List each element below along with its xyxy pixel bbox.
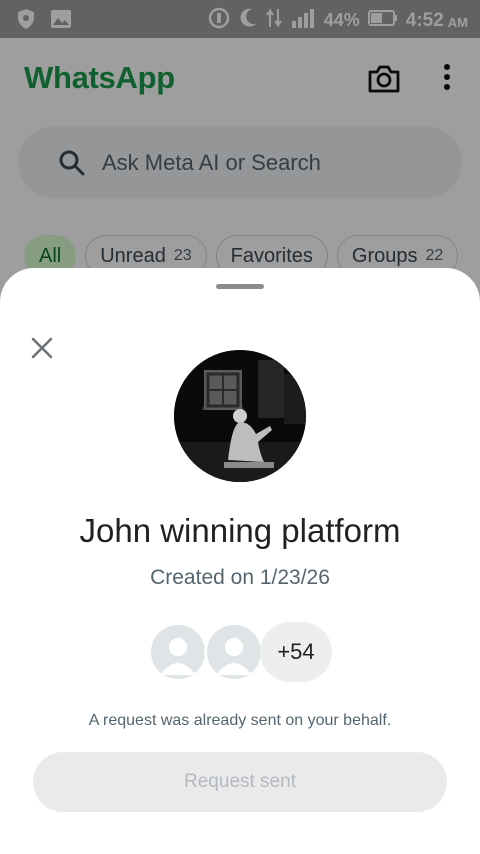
avatar: [148, 622, 208, 682]
request-note: A request was already sent on your behal…: [88, 712, 392, 729]
request-sent-button[interactable]: Request sent: [33, 752, 447, 812]
created-date: Created on 1/23/26: [150, 566, 330, 589]
group-invite-sheet: John winning platform Created on 1/23/26…: [0, 268, 480, 854]
group-avatar: [174, 350, 306, 482]
close-icon[interactable]: [28, 334, 56, 362]
member-avatars: +54: [148, 622, 338, 682]
drag-handle[interactable]: [216, 284, 264, 289]
extra-members-count: +54: [260, 622, 332, 682]
avatar: [204, 622, 264, 682]
group-name: John winning platform: [79, 512, 401, 549]
